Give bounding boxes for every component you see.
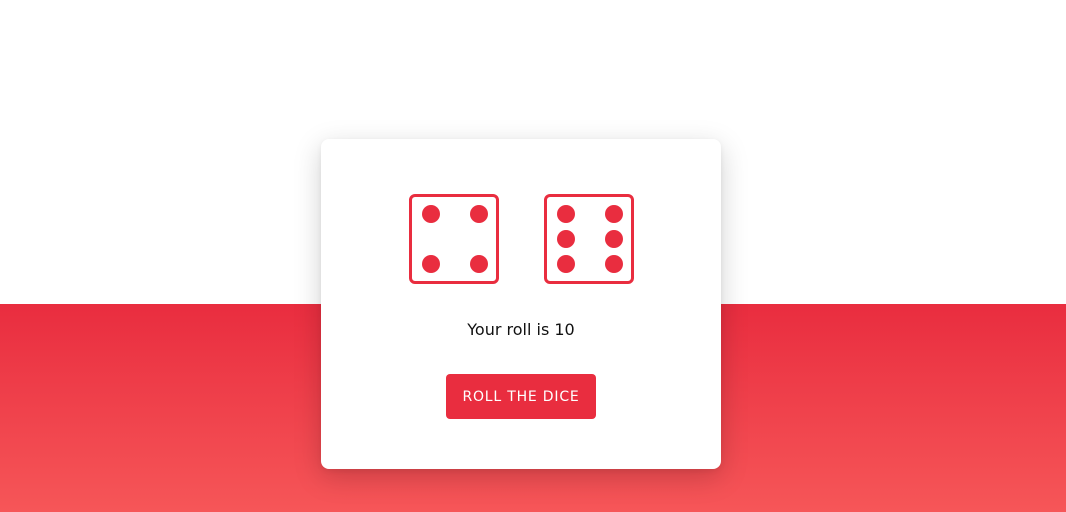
die-pip <box>557 230 575 248</box>
die-pip <box>470 205 488 223</box>
die-pip <box>557 205 575 223</box>
die-pip <box>422 205 440 223</box>
die-pip <box>557 255 575 273</box>
die-pip <box>605 255 623 273</box>
dice-card: Your roll is 10 ROLL THE DICE <box>321 139 721 469</box>
die-two <box>544 194 634 284</box>
die-one <box>409 194 499 284</box>
die-pip <box>605 230 623 248</box>
die-pip <box>422 255 440 273</box>
roll-result-text: Your roll is 10 <box>467 320 575 339</box>
die-pip <box>470 255 488 273</box>
roll-dice-button[interactable]: ROLL THE DICE <box>446 374 596 419</box>
die-pip <box>605 205 623 223</box>
